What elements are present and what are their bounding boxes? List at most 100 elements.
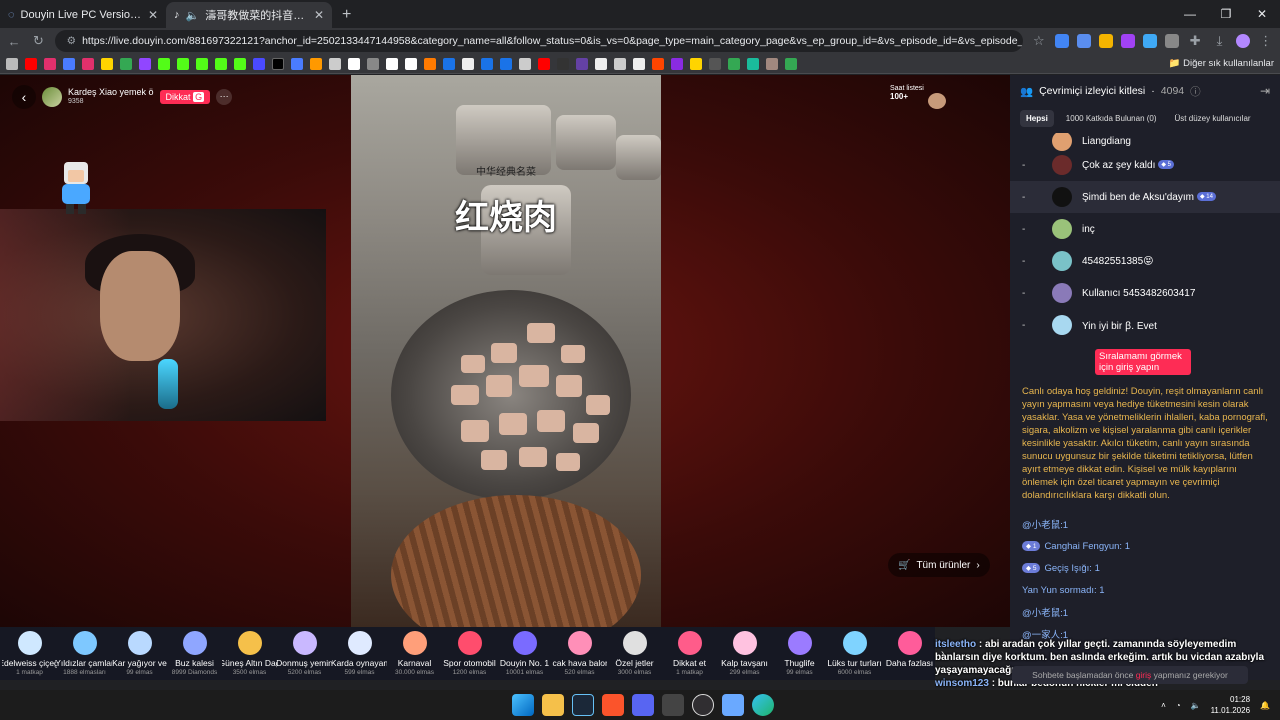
gift-item[interactable]: Özel jetler 3000 elmas: [607, 629, 662, 678]
bookmark-icon[interactable]: [63, 57, 75, 70]
back-icon[interactable]: ←: [6, 34, 22, 49]
bookmark-icon[interactable]: [728, 57, 740, 70]
bookmark-icon[interactable]: [785, 57, 797, 70]
minimize-icon[interactable]: —: [1172, 0, 1208, 28]
tab-live-room[interactable]: ♪ 🔈 濤哥教做菜的抖音直播間 - 抖 ✕: [166, 2, 332, 28]
tab-all[interactable]: Hepsi: [1020, 109, 1054, 127]
bookmark-icon[interactable]: [709, 57, 721, 70]
bookmark-icon[interactable]: [690, 57, 702, 70]
gift-item[interactable]: Karnaval 30.000 elmas: [387, 629, 442, 678]
all-products-button[interactable]: 🛒 Tüm ürünler ›: [888, 553, 990, 577]
star-icon[interactable]: ☆: [1031, 33, 1047, 49]
bookmark-icon[interactable]: [139, 57, 151, 70]
bookmark-icon[interactable]: [576, 57, 588, 70]
hour-rank[interactable]: Saat listesi 100+: [890, 85, 924, 101]
viewer-row[interactable]: - Yin iyi bir ꞵ. Evet: [1010, 309, 1280, 341]
bookmark-icon[interactable]: [633, 57, 645, 70]
bookmark-icon[interactable]: [310, 57, 322, 70]
live-stream-player[interactable]: 中华经典名菜 红烧肉 ‹ Kardeş Xiao yemek ö 9358 Di…: [0, 75, 1010, 627]
bookmark-icon[interactable]: [405, 57, 417, 70]
tab-douyin-pc[interactable]: ◌ Douyin Live PC Version_Douyin Li ✕: [0, 2, 166, 28]
speaker-icon[interactable]: 🔈: [186, 9, 200, 22]
viewer-list[interactable]: Liangdiang - Çok az şey kaldı ◆ 5 - Şimdi ben…: [1010, 133, 1280, 381]
tab-top-users[interactable]: Üst düzey kullanıcılar: [1169, 110, 1257, 127]
viewer-row[interactable]: - Çok az şey kaldı ◆ 5: [1010, 149, 1280, 181]
extension-icon[interactable]: [1120, 34, 1135, 48]
notification-icon[interactable]: 🔔: [1260, 701, 1270, 710]
bookmark-icon[interactable]: [367, 57, 379, 70]
gift-item[interactable]: Karda oynayan 599 elmas: [332, 629, 387, 678]
bookmark-icon[interactable]: [747, 57, 759, 70]
bookmark-icon[interactable]: [671, 57, 683, 70]
app-icon[interactable]: [722, 694, 744, 716]
bookmark-icon[interactable]: [196, 57, 208, 70]
bookmark-icon[interactable]: [538, 57, 550, 70]
gift-item[interactable]: Spor otomobil 1200 elmas: [442, 629, 497, 678]
file-explorer-icon[interactable]: [542, 694, 564, 716]
bookmark-icon[interactable]: [348, 57, 360, 70]
follow-button[interactable]: Dikkat G: [159, 90, 211, 104]
bookmark-icon[interactable]: [177, 57, 189, 70]
edge-icon[interactable]: [752, 694, 774, 716]
more-options-icon[interactable]: ···: [216, 89, 233, 105]
back-button[interactable]: ‹: [12, 85, 36, 109]
close-icon[interactable]: ✕: [314, 8, 324, 22]
app-icon[interactable]: [662, 694, 684, 716]
gift-item[interactable]: Sıcak hava balonu520 elmas: [552, 629, 607, 678]
close-window-icon[interactable]: ✕: [1244, 0, 1280, 28]
bookmark-icon[interactable]: [158, 57, 170, 70]
bookmark-icon[interactable]: [272, 57, 284, 70]
gift-item[interactable]: Güneş Altın Dağ3500 elmas: [222, 629, 277, 678]
obs-icon[interactable]: [692, 694, 714, 716]
gift-item[interactable]: Daha fazlası: [882, 629, 937, 678]
gift-item[interactable]: Yıldızlar çamlar 1888 elmasları: [57, 629, 112, 678]
viewer-row[interactable]: - inç: [1010, 213, 1280, 245]
bookmark-icon[interactable]: [215, 57, 227, 70]
bookmark-icon[interactable]: [557, 57, 569, 70]
viewer-row[interactable]: Liangdiang: [1010, 133, 1280, 151]
other-bookmarks[interactable]: 📁 Diğer sık kullanılanlar: [1169, 58, 1274, 69]
extension-icon[interactable]: [1054, 34, 1069, 48]
gift-item[interactable]: Douyin No. 1 10001 elmas: [497, 629, 552, 678]
clock[interactable]: 01:28 11.01.2026: [1211, 694, 1250, 716]
profile-avatar[interactable]: [1235, 34, 1250, 48]
bookmark-icon[interactable]: [120, 57, 132, 70]
bookmark-icon[interactable]: [652, 57, 664, 70]
streamer-info[interactable]: Kardeş Xiao yemek ö 9358: [68, 87, 154, 107]
maximize-icon[interactable]: ❐: [1208, 0, 1244, 28]
gift-item[interactable]: Donmuş yemin 5200 elmas: [277, 629, 332, 678]
viewer-row[interactable]: - Şimdi ben de Aksu'dayım ◆ 14: [1010, 181, 1280, 213]
streamer-avatar[interactable]: [42, 87, 62, 107]
viewer-row[interactable]: - 45482551385😝: [1010, 245, 1280, 277]
brave-icon[interactable]: [602, 694, 624, 716]
bookmark-icon[interactable]: [766, 57, 778, 70]
steam-icon[interactable]: [572, 694, 594, 716]
gift-item[interactable]: Thuglife 99 elmas: [772, 629, 827, 678]
tray-chevron-icon[interactable]: ˄: [1161, 701, 1166, 710]
puzzle-icon[interactable]: ✚: [1187, 33, 1203, 49]
login-to-see-rank-button[interactable]: Sıralamamı görmek için giriş yapın: [1095, 349, 1191, 375]
bookmark-icon[interactable]: [253, 57, 265, 70]
gift-item[interactable]: Lüks tur turları 6000 elmas: [827, 629, 882, 678]
bookmark-icon[interactable]: [519, 57, 531, 70]
gift-item[interactable]: Kalp tavşanı 299 elmas: [717, 629, 772, 678]
discord-icon[interactable]: [632, 694, 654, 716]
bookmark-icon[interactable]: [443, 57, 455, 70]
tab-contributors[interactable]: 1000 Katkıda Bulunan (0): [1060, 110, 1163, 127]
new-tab-button[interactable]: +: [332, 6, 361, 28]
wifi-icon[interactable]: ◔: [1176, 701, 1181, 710]
bookmark-icon[interactable]: [25, 57, 37, 70]
volume-icon[interactable]: 🔈: [1191, 701, 1201, 710]
gift-item[interactable]: Kar yağıyor ve 99 elmas: [112, 629, 167, 678]
bookmark-icon[interactable]: [82, 57, 94, 70]
bookmark-icon[interactable]: [424, 57, 436, 70]
bookmark-icon[interactable]: [6, 57, 18, 70]
bookmark-icon[interactable]: [101, 57, 113, 70]
gift-item[interactable]: Dikkat et 1 matkap: [662, 629, 717, 678]
bookmark-icon[interactable]: [500, 57, 512, 70]
bookmark-icon[interactable]: [234, 57, 246, 70]
extension-icon[interactable]: [1098, 34, 1113, 48]
close-icon[interactable]: ✕: [148, 8, 158, 22]
url-bar[interactable]: ⚙ https://live.douyin.com/881697322121?a…: [54, 30, 1023, 52]
menu-icon[interactable]: ⋮: [1258, 33, 1274, 49]
